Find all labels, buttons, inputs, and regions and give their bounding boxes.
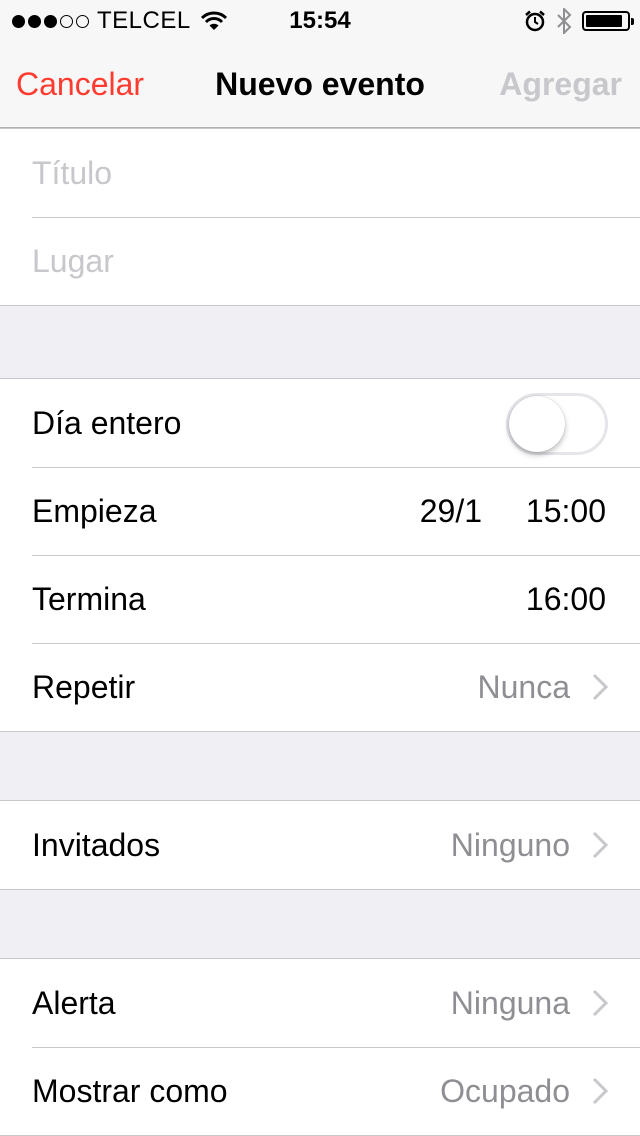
alert-label: Alerta — [32, 985, 116, 1021]
all-day-toggle[interactable] — [506, 393, 608, 455]
show-as-label: Mostrar como — [32, 1073, 228, 1109]
alert-row[interactable]: Alerta Ninguna — [0, 959, 640, 1047]
chevron-right-icon — [592, 1077, 608, 1105]
repeat-value: Nunca — [477, 669, 571, 705]
toggle-knob — [509, 396, 565, 452]
location-input[interactable] — [32, 235, 602, 287]
invitees-value: Ninguno — [450, 827, 570, 863]
starts-row[interactable]: Empieza 29/1 15:00 — [0, 467, 640, 555]
chevron-right-icon — [592, 673, 608, 701]
starts-label: Empieza — [32, 493, 157, 529]
bluetooth-icon — [557, 8, 572, 34]
alert-group: Alerta Ninguna Mostrar como Ocupado — [0, 958, 640, 1136]
title-location-group — [0, 128, 640, 306]
starts-time: 15:00 — [525, 493, 606, 529]
all-day-row: Día entero — [0, 379, 640, 467]
show-as-row[interactable]: Mostrar como Ocupado — [0, 1047, 640, 1135]
status-right — [524, 8, 634, 34]
ends-time: 16:00 — [525, 581, 606, 617]
invitees-label: Invitados — [32, 827, 161, 863]
chevron-right-icon — [592, 989, 608, 1017]
repeat-label: Repetir — [32, 669, 136, 705]
ends-label: Termina — [32, 581, 146, 617]
show-as-value: Ocupado — [440, 1073, 570, 1109]
invitees-group: Invitados Ninguno — [0, 800, 640, 890]
ends-row[interactable]: Termina 16:00 — [0, 555, 640, 643]
chevron-right-icon — [592, 831, 608, 859]
add-button[interactable]: Agregar — [499, 66, 622, 103]
title-row — [0, 129, 640, 217]
cancel-button[interactable]: Cancelar — [16, 66, 144, 103]
navigation-bar: Cancelar Nuevo evento Agregar — [0, 40, 640, 128]
battery-fill — [586, 15, 622, 27]
all-day-label: Día entero — [32, 405, 182, 441]
battery-icon — [582, 11, 634, 31]
title-input[interactable] — [32, 147, 602, 199]
repeat-row[interactable]: Repetir Nunca — [0, 643, 640, 731]
starts-date: 29/1 — [419, 493, 482, 529]
status-bar: TELCEL 15:54 — [0, 0, 640, 40]
alert-value: Ninguna — [450, 985, 570, 1021]
date-time-group: Día entero Empieza 29/1 15:00 Termina 16… — [0, 378, 640, 732]
invitees-row[interactable]: Invitados Ninguno — [0, 801, 640, 889]
alarm-icon — [525, 10, 545, 32]
location-row — [0, 217, 640, 305]
battery-tip — [631, 18, 634, 25]
